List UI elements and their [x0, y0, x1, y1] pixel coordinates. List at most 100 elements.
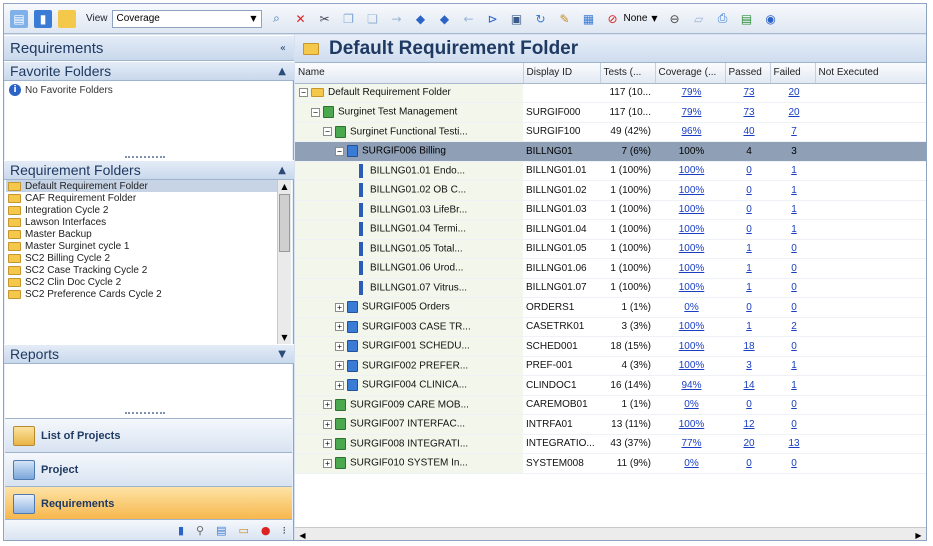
collapse-pane-icon[interactable]: « [280, 43, 286, 54]
cell-passed-value[interactable]: 1 [746, 321, 752, 332]
move-down-icon[interactable]: ◆ [436, 10, 454, 28]
cell-passed-value[interactable]: 73 [743, 107, 754, 118]
cell-failed[interactable]: 0 [770, 336, 815, 357]
cell-failed[interactable]: 1 [770, 161, 815, 181]
cell-coverage-value[interactable]: 100% [679, 282, 705, 293]
cell-name[interactable]: BILLNG01.01 Endo... [295, 161, 523, 181]
cell-coverage-value[interactable]: 100% [679, 146, 705, 157]
issue-shortcut-icon[interactable]: ● [261, 524, 271, 537]
cell-passed-value[interactable]: 0 [746, 399, 752, 410]
collapse-icon[interactable]: − [335, 146, 344, 156]
cell-passed[interactable]: 0 [725, 453, 770, 474]
delete-icon[interactable]: ✕ [292, 10, 310, 28]
cell-name[interactable]: − Surginet Test Management [295, 102, 523, 123]
folder-list-item[interactable]: SC2 Preference Cards Cycle 2 [6, 289, 277, 301]
cell-failed-value[interactable]: 0 [791, 263, 797, 274]
scroll-down-icon[interactable]: ▼ [278, 331, 291, 343]
table-row[interactable]: BILLNG01.07 Vitrus... BILLNG01.07 1 (100%)… [295, 278, 926, 298]
nav-list-of-projects[interactable]: List of Projects [5, 418, 292, 452]
cell-passed-value[interactable]: 73 [743, 87, 754, 98]
expand-icon[interactable]: + [335, 341, 344, 351]
edit-icon[interactable]: ✎ [556, 10, 574, 28]
cell-passed-value[interactable]: 1 [746, 243, 752, 254]
column-header-tests[interactable]: Tests (... [600, 63, 656, 84]
cell-failed[interactable]: 20 [770, 102, 815, 123]
cell-coverage-value[interactable]: 100% [679, 419, 705, 430]
cell-coverage-value[interactable]: 96% [681, 126, 701, 137]
expand-icon[interactable]: + [323, 419, 332, 429]
cell-passed-value[interactable]: 1 [746, 282, 752, 293]
cell-name[interactable]: BILLNG01.04 Termi... [295, 219, 523, 240]
cell-failed[interactable]: 0 [770, 453, 815, 474]
chevron-down-icon[interactable]: ▼ [278, 349, 286, 360]
cell-failed-value[interactable]: 1 [791, 204, 797, 215]
export-icon[interactable]: ▤ [738, 10, 756, 28]
test-shortcut-icon[interactable]: ⚲ [196, 524, 204, 537]
cell-name[interactable]: − Default Requirement Folder [295, 83, 523, 103]
cell-name[interactable]: + SURGIF002 PREFER... [295, 356, 523, 376]
cell-passed-value[interactable]: 0 [746, 224, 752, 235]
none-filter-button[interactable]: ⊘ None ▼ [604, 10, 657, 28]
folder-list-item[interactable]: SC2 Case Tracking Cycle 2 [6, 265, 277, 277]
column-header-failed[interactable]: Failed [770, 63, 816, 84]
cell-passed-value[interactable]: 40 [743, 126, 754, 137]
cell-name[interactable]: + SURGIF009 CARE MOB... [295, 395, 523, 415]
expand-icon[interactable]: + [335, 380, 344, 390]
cell-passed[interactable]: 12 [725, 414, 770, 435]
cell-coverage-value[interactable]: 100% [679, 204, 705, 215]
cell-coverage[interactable]: 100% [655, 336, 725, 357]
column-header-coverage[interactable]: Coverage (... [655, 63, 726, 84]
cell-coverage-value[interactable]: 0% [684, 302, 698, 313]
cell-failed[interactable]: 20 [770, 83, 815, 103]
cell-failed-value[interactable]: 1 [791, 360, 797, 371]
cell-coverage-value[interactable]: 100% [679, 185, 705, 196]
table-row[interactable]: + SURGIF010 SYSTEM In... SYSTEM008 11 (9%) 0… [295, 453, 926, 474]
cell-name[interactable]: + SURGIF010 SYSTEM In... [295, 453, 523, 474]
cell-failed[interactable]: 7 [770, 122, 815, 142]
cell-coverage[interactable]: 0% [655, 297, 725, 318]
folder-open-icon[interactable] [58, 9, 76, 28]
cell-passed[interactable]: 0 [725, 395, 770, 415]
cell-passed[interactable]: 4 [725, 141, 770, 162]
table-row[interactable]: − Surginet Functional Testi... SURGIF100 49… [295, 122, 926, 142]
cell-passed-value[interactable]: 20 [743, 438, 754, 449]
cell-name[interactable]: BILLNG01.02 OB C... [295, 180, 523, 201]
table-row[interactable]: − Surginet Test Management SURGIF000 117 (1… [295, 102, 926, 123]
plan-shortcut-icon[interactable]: ▤ [216, 524, 226, 537]
outdent-icon[interactable]: ← [460, 10, 478, 28]
cell-failed-value[interactable]: 20 [788, 87, 799, 98]
cell-failed-value[interactable]: 13 [788, 438, 799, 449]
help-icon[interactable]: ◉ [762, 10, 780, 28]
expand-icon[interactable]: + [335, 361, 344, 371]
cell-coverage-value[interactable]: 79% [681, 87, 701, 98]
cell-passed[interactable]: 0 [725, 297, 770, 318]
collapse-icon[interactable]: − [323, 127, 332, 137]
cell-coverage[interactable]: 94% [655, 375, 725, 396]
column-header-display-id[interactable]: Display ID [523, 63, 601, 84]
splitter-grip[interactable] [125, 156, 165, 159]
cell-failed[interactable]: 0 [770, 278, 815, 298]
chevron-up-icon[interactable]: ▲ [278, 66, 286, 77]
cell-coverage[interactable]: 100% [655, 278, 725, 298]
table-row[interactable]: + SURGIF001 SCHEDU... SCHED001 18 (15%) 100%… [295, 336, 926, 357]
cell-passed-value[interactable]: 0 [746, 458, 752, 469]
cell-passed-value[interactable]: 4 [746, 146, 752, 157]
column-header-passed[interactable]: Passed [725, 63, 771, 84]
scroll-thumb[interactable] [279, 194, 290, 252]
new-folder-icon[interactable]: ▮ [34, 9, 52, 28]
cell-failed[interactable]: 0 [770, 414, 815, 435]
splitter-grip[interactable] [125, 412, 165, 415]
table-row[interactable]: + SURGIF008 INTEGRATI... INTEGRATIO... 43 (… [295, 434, 926, 454]
new-requirement-icon[interactable]: ▤ [10, 9, 28, 28]
print-icon[interactable]: ⎙ [714, 10, 732, 28]
cell-name[interactable]: − SURGIF006 Billing [295, 141, 523, 162]
cell-failed-value[interactable]: 1 [791, 185, 797, 196]
table-row[interactable]: BILLNG01.01 Endo... BILLNG01.01 1 (100%) 10… [295, 161, 926, 181]
table-row[interactable]: + SURGIF003 CASE TR... CASETRK01 3 (3%) 100%… [295, 317, 926, 337]
cell-name[interactable]: BILLNG01.07 Vitrus... [295, 278, 523, 298]
cell-coverage[interactable]: 100% [655, 200, 725, 220]
table-row[interactable]: + SURGIF002 PREFER... PREF-001 4 (3%) 100% 3 1 [295, 356, 926, 376]
table-row[interactable]: + SURGIF007 INTERFAC... INTRFA01 13 (11%) 10… [295, 414, 926, 435]
coverage-icon[interactable]: ⊖ [666, 10, 684, 28]
cell-name[interactable]: + SURGIF008 INTEGRATI... [295, 434, 523, 454]
